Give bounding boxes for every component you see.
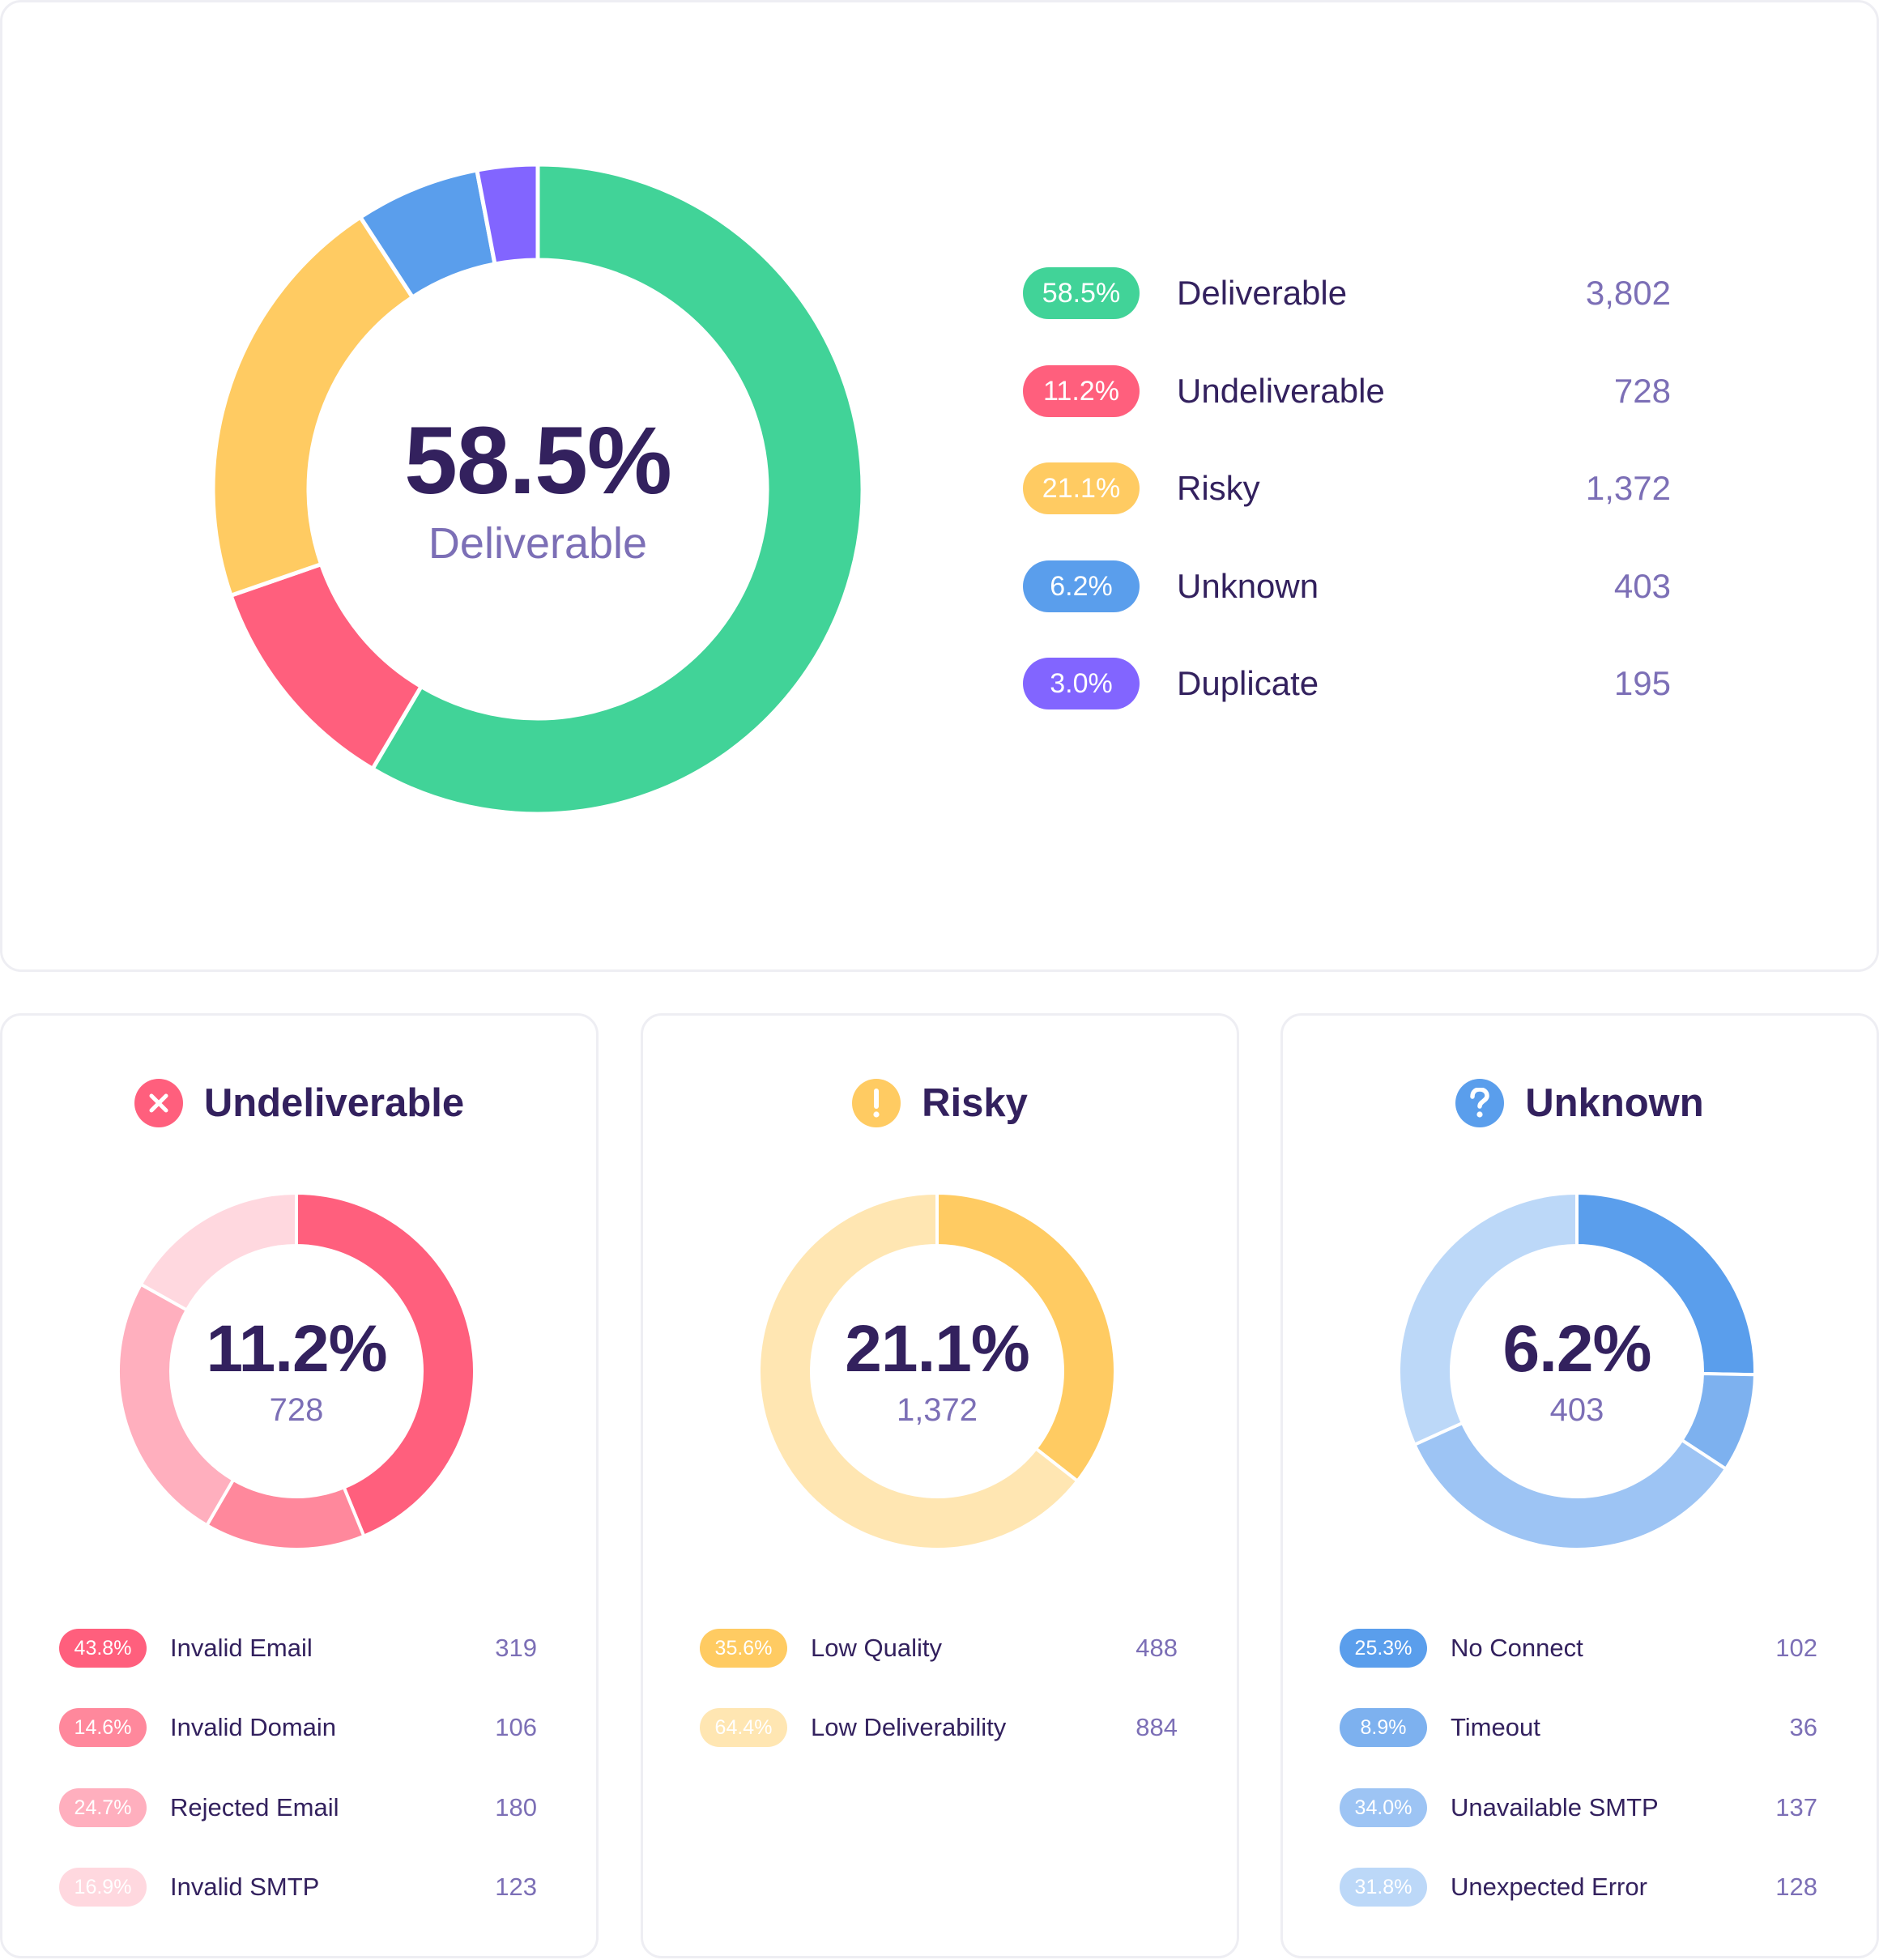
percent-badge: 58.5% (1023, 267, 1140, 319)
breakdown-center-value: 11.2% (206, 1312, 388, 1386)
summary-card: 58.5% Deliverable 58.5% Deliverable 3,802 1… (0, 0, 1879, 972)
legend-item: 6.2% Unknown 403 (1023, 560, 1671, 612)
percent-badge: 11.2% (1023, 365, 1140, 417)
breakdown-center-count: 403 (1549, 1392, 1604, 1428)
breakdown-center: 6.2% 403 (1502, 1312, 1652, 1428)
legend-item: 16.9% Invalid SMTP 123 (59, 1868, 537, 1907)
percent-badge: 6.2% (1023, 560, 1140, 612)
undeliverable-card: Undeliverable 11.2% 728 43.8% Invalid Email 3… (0, 1013, 599, 1958)
percent-badge: 8.9% (1340, 1708, 1427, 1747)
legend-label: Duplicate (1177, 664, 1319, 702)
legend-count: 36 (1789, 1713, 1817, 1741)
percent-badge: 21.1% (1023, 462, 1140, 514)
legend-label: Low Quality (811, 1634, 942, 1662)
legend-item: 25.3% No Connect 102 (1340, 1629, 1817, 1668)
percent-badge: 3.0% (1023, 658, 1140, 709)
legend-count: 128 (1775, 1873, 1817, 1901)
legend-item: 8.9% Timeout 36 (1340, 1708, 1817, 1747)
unknown-card: Unknown 6.2% 403 25.3% No Connect 102 8.9% Time… (1280, 1013, 1879, 1958)
percent-badge: 43.8% (59, 1629, 147, 1668)
legend-label: Invalid SMTP (170, 1873, 320, 1901)
breakdown-donut-chart (117, 1191, 476, 1551)
breakdown-center: 11.2% 728 (206, 1312, 388, 1428)
legend-count: 102 (1775, 1634, 1817, 1662)
legend-count: 884 (1135, 1713, 1178, 1741)
legend-label: Deliverable (1177, 274, 1348, 312)
donut-slice-undeliverable[interactable] (228, 561, 424, 772)
breakdown-center-value: 6.2% (1502, 1312, 1652, 1386)
legend-item: 24.7% Rejected Email 180 (59, 1788, 537, 1827)
percent-badge: 24.7% (59, 1788, 147, 1827)
legend-label: Low Deliverability (811, 1713, 1007, 1741)
legend-item: 11.2% Undeliverable 728 (1023, 365, 1671, 417)
summary-center: 58.5% Deliverable (404, 407, 672, 568)
legend-label: Invalid Domain (170, 1713, 337, 1741)
legend-count: 123 (495, 1873, 537, 1901)
legend-item: 43.8% Invalid Email 319 (59, 1629, 537, 1668)
legend-count: 137 (1775, 1793, 1817, 1822)
summary-center-label: Deliverable (428, 519, 648, 568)
legend-count: 3,802 (1585, 274, 1671, 312)
legend-item: 35.6% Low Quality 488 (700, 1629, 1178, 1668)
legend-count: 488 (1135, 1634, 1178, 1662)
legend-label: Unexpected Error (1451, 1873, 1647, 1901)
legend-label: Unavailable SMTP (1451, 1793, 1659, 1822)
legend-label: Rejected Email (170, 1793, 339, 1822)
legend-item: 64.4% Low Deliverability 884 (700, 1708, 1178, 1747)
risky-card: Risky 21.1% 1,372 35.6% Low Quality 488 64.4% L… (641, 1013, 1239, 1958)
breakdown-donut-chart (757, 1191, 1117, 1551)
legend-count: 1,372 (1585, 469, 1671, 507)
breakdown-donut-chart (1397, 1191, 1757, 1551)
legend-item: 34.0% Unavailable SMTP 137 (1340, 1788, 1817, 1827)
breakdown-center-count: 728 (269, 1392, 324, 1428)
percent-badge: 14.6% (59, 1708, 147, 1747)
percent-badge: 16.9% (59, 1868, 147, 1907)
legend-count: 728 (1613, 372, 1671, 410)
percent-badge: 25.3% (1340, 1629, 1427, 1668)
legend-label: Invalid Email (170, 1634, 313, 1662)
legend-item: 31.8% Unexpected Error 128 (1340, 1868, 1817, 1907)
breakdown-center-value: 21.1% (845, 1312, 1030, 1386)
legend-count: 195 (1613, 664, 1671, 702)
donut-slice-risky[interactable] (211, 214, 415, 599)
percent-badge: 31.8% (1340, 1868, 1427, 1907)
legend-item: 58.5% Deliverable 3,802 (1023, 267, 1671, 319)
legend-item: 3.0% Duplicate 195 (1023, 658, 1671, 709)
donut-slice-invalid-domain[interactable] (204, 1477, 366, 1551)
legend-count: 319 (495, 1634, 537, 1662)
legend-count: 180 (495, 1793, 537, 1822)
legend-label: Undeliverable (1177, 372, 1385, 410)
legend-label: No Connect (1451, 1634, 1583, 1662)
legend-label: Timeout (1451, 1713, 1540, 1741)
legend-label: Unknown (1177, 567, 1319, 605)
donut-slice-invalid-smtp[interactable] (138, 1191, 298, 1313)
legend-label: Risky (1177, 469, 1260, 507)
percent-badge: 64.4% (700, 1708, 787, 1747)
breakdown-center-count: 1,372 (896, 1392, 978, 1428)
summary-center-value: 58.5% (404, 407, 672, 514)
legend-item: 21.1% Risky 1,372 (1023, 462, 1671, 514)
percent-badge: 34.0% (1340, 1788, 1427, 1827)
percent-badge: 35.6% (700, 1629, 787, 1668)
legend-count: 106 (495, 1713, 537, 1741)
legend-item: 14.6% Invalid Domain 106 (59, 1708, 537, 1747)
donut-slice-unavailable-smtp[interactable] (1412, 1421, 1728, 1551)
breakdown-center: 21.1% 1,372 (845, 1312, 1030, 1428)
legend-count: 403 (1613, 567, 1671, 605)
